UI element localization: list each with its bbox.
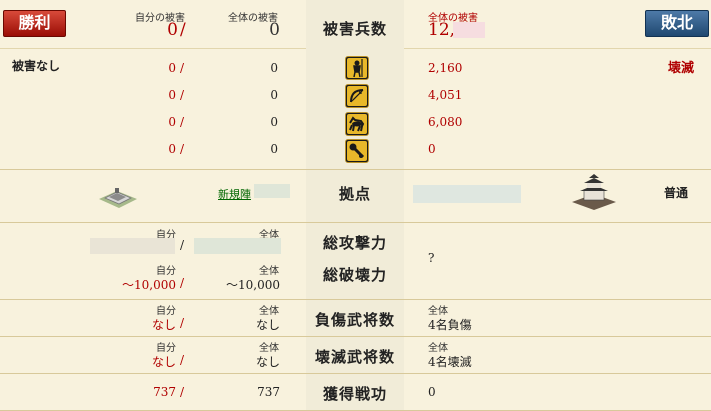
unit-enemy-value: 6,080	[428, 115, 463, 129]
slash: /	[180, 142, 185, 156]
total-label: 全体	[259, 343, 279, 354]
enemy-total-label: 全体	[428, 306, 448, 317]
enemy-destroyed-value: 4名壊滅	[428, 355, 472, 369]
divider	[0, 299, 711, 300]
victory-badge: 勝利	[3, 10, 66, 37]
unit-own-value: 0	[168, 115, 176, 129]
blurred-value	[194, 238, 281, 254]
total-attack-label: 総攻撃力	[322, 234, 387, 252]
castle-icon	[570, 172, 618, 215]
right-status: 壊滅	[668, 61, 695, 76]
slash: /	[180, 238, 185, 252]
enemy-damage-value: 12,	[428, 20, 456, 40]
destroyed-generals-label: 壊滅武将数	[314, 348, 395, 366]
unit-total-value: 0	[270, 142, 278, 156]
camp-icon	[97, 181, 139, 214]
total-destroyed-value: なし	[255, 355, 280, 369]
blurred-value	[90, 238, 175, 254]
slash: /	[180, 276, 185, 290]
total-merit-value: 737	[257, 385, 280, 399]
unit-total-value: 0	[270, 115, 278, 129]
total-damage-value: 0	[269, 20, 280, 40]
divider	[404, 48, 711, 49]
slash: /	[180, 20, 186, 40]
total-destroy-label: 総破壊力	[322, 266, 387, 284]
unit-enemy-value: 0	[428, 142, 436, 156]
total-injured-value: なし	[255, 318, 280, 332]
battle-report: 勝利 敗北 自分の被害 全体の被害 0 / 0 被害兵数 全体の被害 12, 被…	[0, 0, 711, 411]
divider	[0, 169, 711, 170]
slash: /	[180, 353, 185, 367]
own-merit-value: 737	[153, 385, 176, 399]
divider	[0, 373, 711, 374]
enemy-merit-value: 0	[428, 385, 436, 399]
base-type: 普通	[664, 186, 689, 200]
own-damage-value: 0	[167, 20, 178, 40]
slash: /	[180, 385, 185, 399]
own-destroyed-value: なし	[151, 355, 176, 369]
enemy-attack-value: ?	[428, 251, 435, 265]
divider	[0, 48, 306, 49]
blurred-value	[413, 185, 521, 203]
own-injured-value: なし	[151, 318, 176, 332]
unit-own-value: 0	[168, 61, 176, 75]
unit-own-value: 0	[168, 142, 176, 156]
total-label: 全体	[259, 266, 279, 277]
unit-enemy-value: 4,051	[428, 88, 463, 102]
unit-own-value: 0	[168, 88, 176, 102]
enemy-injured-value: 4名負傷	[428, 318, 472, 332]
camp-name-link[interactable]: 新規陣	[218, 186, 251, 202]
bow-icon	[345, 84, 369, 108]
unit-total-value: 0	[270, 88, 278, 102]
base-title: 拠点	[338, 185, 371, 203]
left-status: 被害なし	[12, 59, 61, 73]
divider	[0, 222, 711, 223]
own-destroy-value: ～10,000	[122, 278, 176, 292]
injured-generals-label: 負傷武将数	[314, 311, 395, 329]
slash: /	[180, 61, 185, 75]
own-label: 自分	[156, 343, 176, 354]
spear-soldier-icon	[345, 56, 369, 80]
unit-total-value: 0	[270, 61, 278, 75]
defeat-badge: 敗北	[645, 10, 709, 37]
siege-weapon-icon	[345, 139, 369, 163]
own-label: 自分	[156, 266, 176, 277]
slash: /	[180, 316, 185, 330]
total-destroy-value: ～10,000	[226, 278, 280, 292]
divider	[0, 336, 711, 337]
own-label: 自分	[156, 306, 176, 317]
unit-enemy-value: 2,160	[428, 61, 463, 75]
slash: /	[180, 115, 185, 129]
merit-label: 獲得戦功	[322, 385, 387, 403]
blurred-value	[453, 22, 485, 38]
total-label: 全体	[259, 306, 279, 317]
blurred-value	[254, 184, 290, 198]
horse-icon	[345, 112, 369, 136]
enemy-total-label: 全体	[428, 343, 448, 354]
slash: /	[180, 88, 185, 102]
damage-title: 被害兵数	[322, 20, 387, 38]
